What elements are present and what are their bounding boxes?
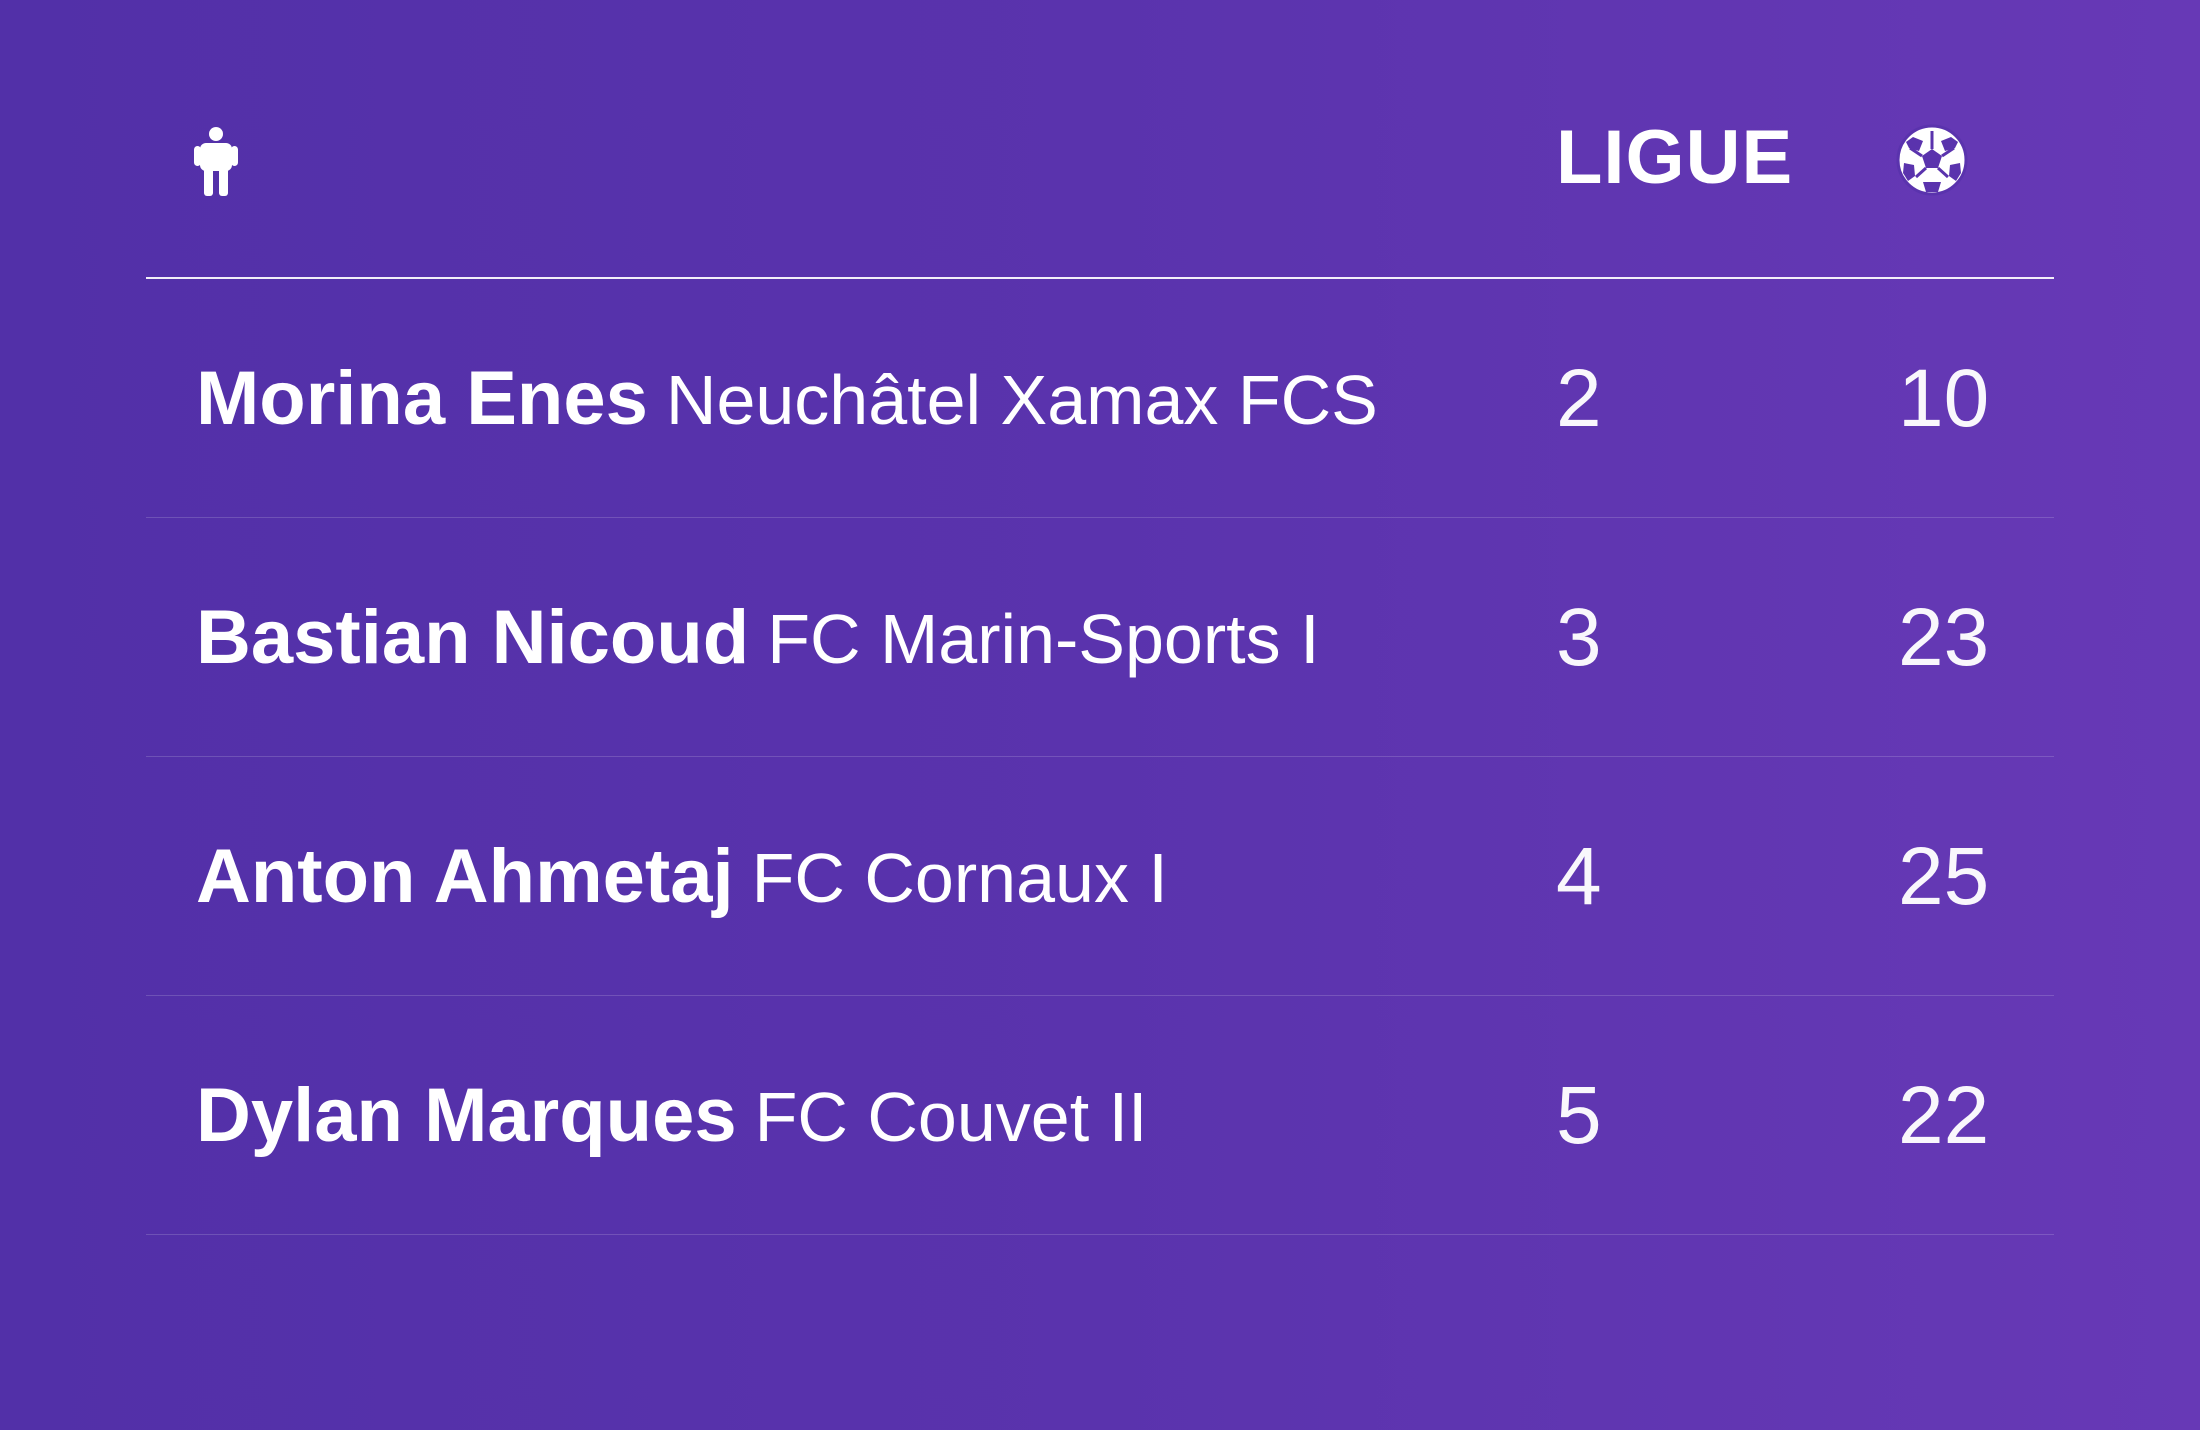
table-header: LIGUE (146, 0, 2054, 279)
table-row: Anton Ahmetaj FC Cornaux I 4 25 (146, 757, 2054, 996)
table-row: Bastian Nicoud FC Marin-Sports I 3 23 (146, 518, 2054, 757)
scorers-table: LIGUE Morina Enes Neuchâtel Xamax FCS 2 … (146, 0, 2054, 1235)
player-name: Morina Enes (196, 356, 648, 441)
league-value: 2 (1556, 353, 1602, 444)
player-club: FC Marin-Sports I (767, 600, 1320, 678)
player-cell: Anton Ahmetaj FC Cornaux I (196, 757, 1168, 996)
league-value: 5 (1556, 1070, 1602, 1161)
league-value: 3 (1556, 592, 1602, 683)
league-value: 4 (1556, 831, 1602, 922)
player-name: Anton Ahmetaj (196, 834, 734, 919)
league-column-header: LIGUE (1556, 115, 1794, 200)
player-name: Dylan Marques (196, 1073, 737, 1158)
player-cell: Dylan Marques FC Couvet II (196, 996, 1148, 1235)
player-cell: Bastian Nicoud FC Marin-Sports I (196, 518, 1320, 757)
goals-value: 10 (1898, 353, 1990, 444)
goals-value: 25 (1898, 831, 1990, 922)
goals-value: 23 (1898, 592, 1990, 683)
person-icon (194, 126, 238, 196)
table-row: Dylan Marques FC Couvet II 5 22 (146, 996, 2054, 1235)
goals-value: 22 (1898, 1070, 1990, 1161)
table-row: Morina Enes Neuchâtel Xamax FCS 2 10 (146, 279, 2054, 518)
player-club: FC Cornaux I (751, 839, 1168, 917)
player-name: Bastian Nicoud (196, 595, 750, 680)
player-club: Neuchâtel Xamax FCS (665, 361, 1378, 439)
player-cell: Morina Enes Neuchâtel Xamax FCS (196, 279, 1378, 518)
player-club: FC Couvet II (754, 1078, 1148, 1156)
soccer-ball-icon (1896, 124, 1968, 196)
